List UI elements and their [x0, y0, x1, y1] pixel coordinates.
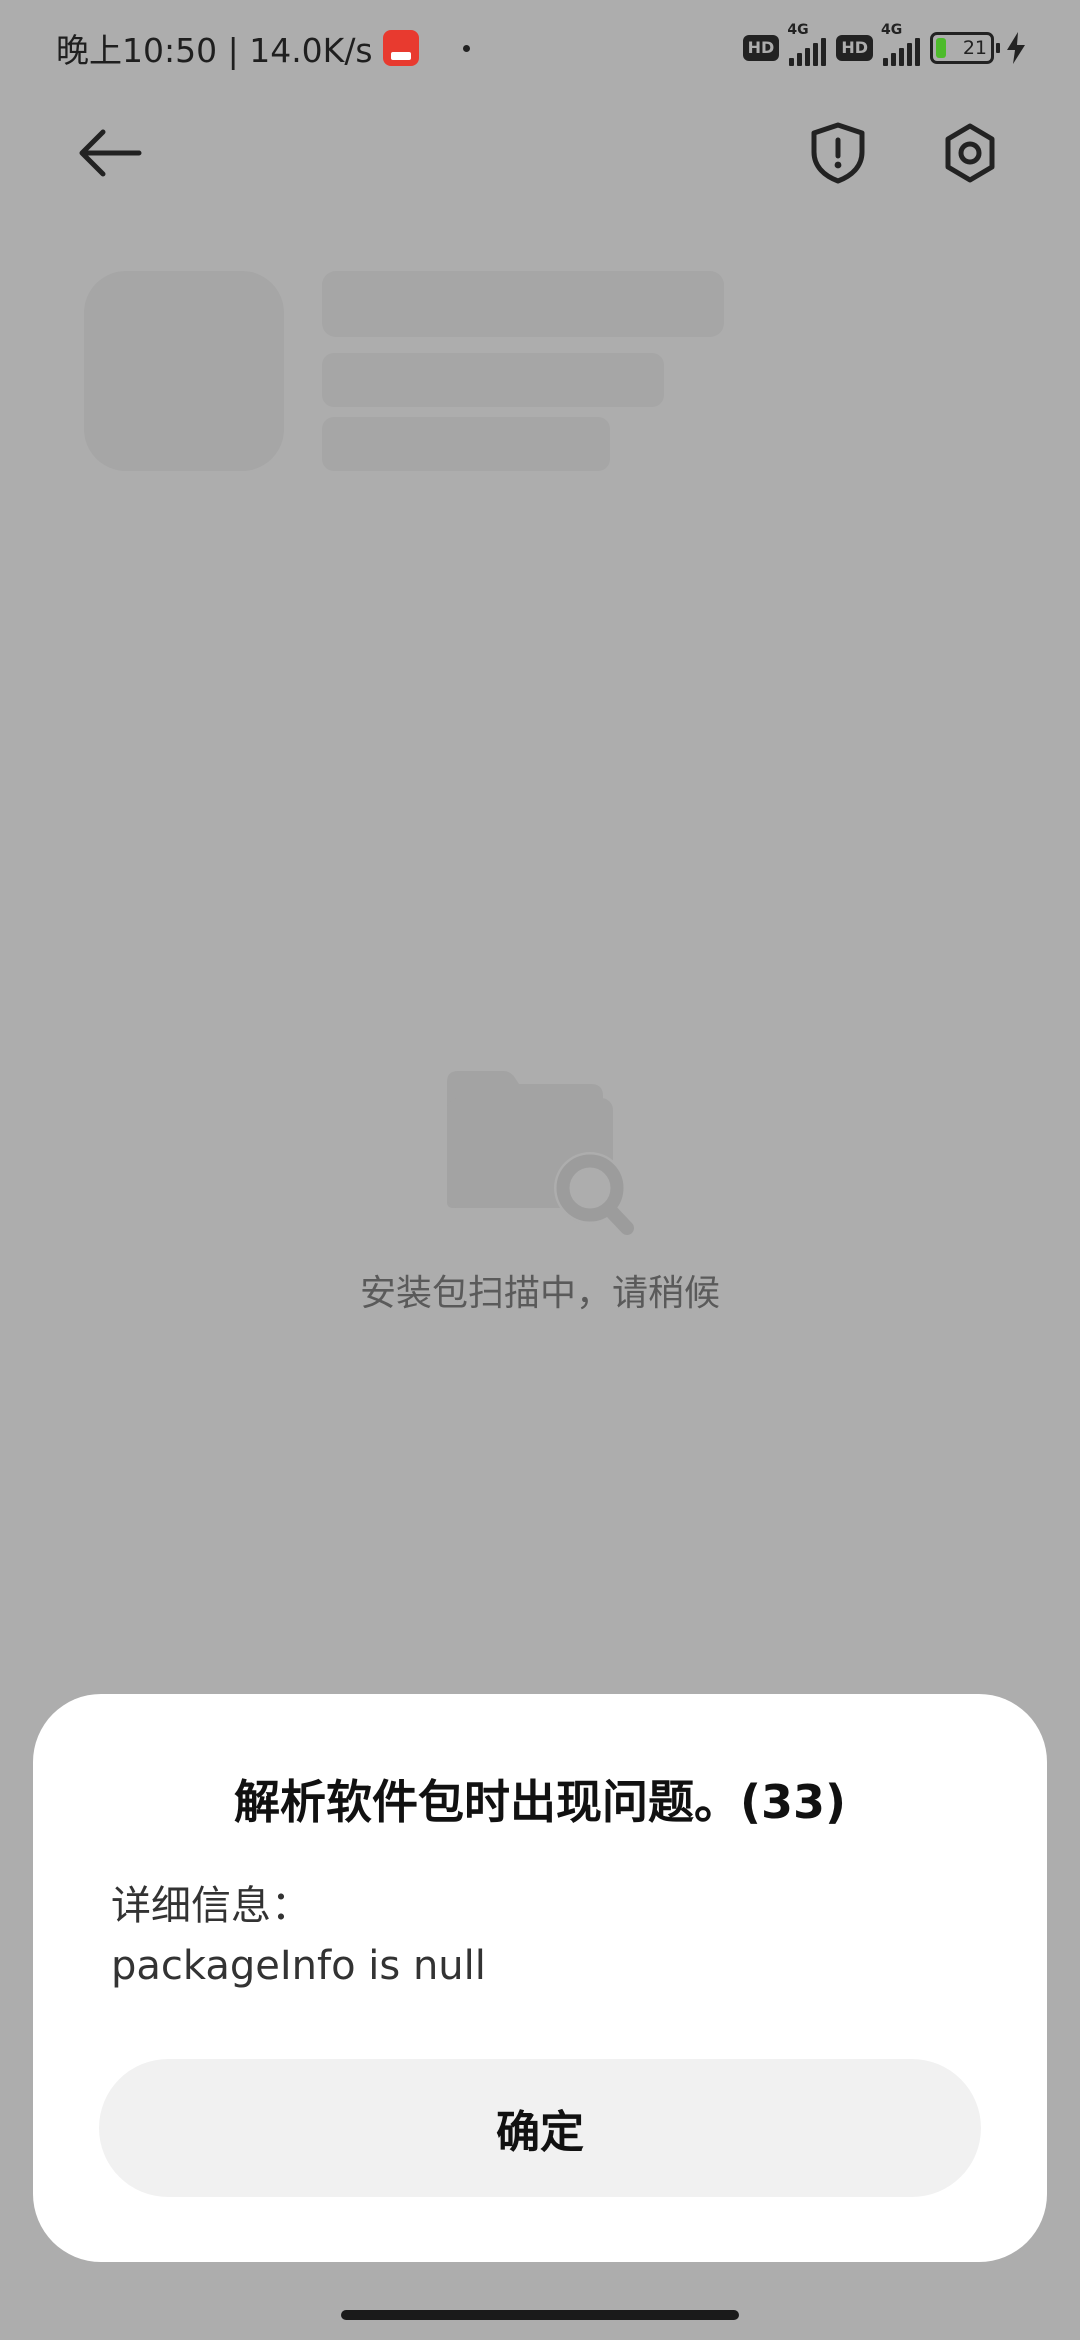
- status-time-speed: 晚上10:50 | 14.0K/s: [56, 31, 373, 70]
- app-icon-placeholder: [84, 271, 284, 471]
- shield-exclamation-icon: [811, 122, 865, 184]
- detail-value: packageInfo is null: [111, 1943, 486, 1989]
- signal-icon-1: 4G: [787, 22, 827, 66]
- app-version-placeholder: [322, 417, 610, 471]
- hd-badge-2: HD: [836, 35, 873, 61]
- confirm-button[interactable]: 确定: [99, 2059, 981, 2197]
- hd-badge-1: HD: [742, 35, 780, 61]
- settings-button[interactable]: [925, 108, 1015, 198]
- network-type-1: 4G: [787, 22, 809, 38]
- battery-icon: 21: [930, 32, 1000, 64]
- error-dialog: 解析软件包时出现问题。(33) 详细信息： packageInfo is nul…: [33, 1694, 1047, 2262]
- network-type-2: 4G: [881, 22, 903, 38]
- status-bar: 晚上10:50 | 14.0K/s HD 4G HD 4G 21: [0, 0, 1080, 96]
- signal-icon-2: 4G: [881, 22, 920, 66]
- battery-fill: [936, 38, 946, 58]
- gear-icon: [945, 123, 995, 183]
- arrow-left-icon: [79, 129, 142, 177]
- notification-dot-icon: [462, 44, 470, 52]
- security-scan-button[interactable]: [793, 108, 883, 198]
- app-name-placeholder: [322, 271, 724, 337]
- detail-label: 详细信息：: [111, 1883, 311, 1929]
- charging-bolt-icon: [1007, 32, 1025, 64]
- app-info-placeholder: [322, 353, 664, 407]
- battery-level: 21: [962, 37, 987, 59]
- dialog-title: 解析软件包时出现问题。(33): [233, 1775, 847, 1829]
- status-left: 晚上10:50 | 14.0K/s: [56, 26, 470, 70]
- scan-status-text: 安装包扫描中，请稍候: [359, 1273, 720, 1314]
- folder-search-icon: [447, 1071, 634, 1235]
- status-right: HD 4G HD 4G 21: [742, 22, 1028, 70]
- back-button[interactable]: [65, 108, 155, 198]
- dialog-detail: 详细信息： packageInfo is null: [111, 1876, 486, 1996]
- app-notification-icon: [382, 30, 419, 66]
- home-indicator[interactable]: [341, 2310, 739, 2320]
